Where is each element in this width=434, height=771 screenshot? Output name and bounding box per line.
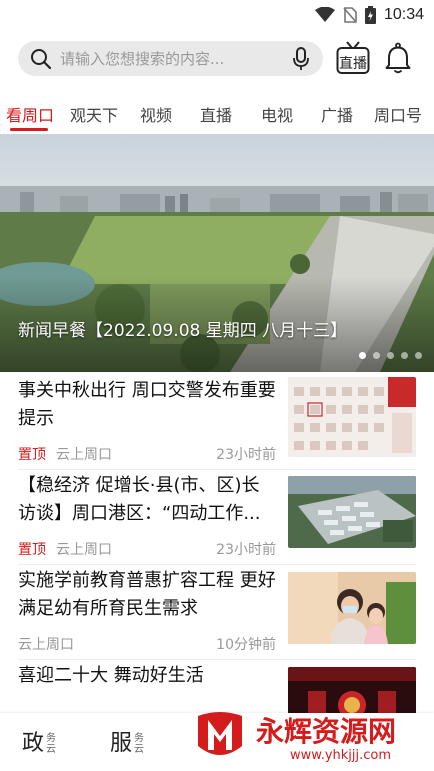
banner-caption: 新闻早餐【2022.09.08 星期四 八月十三】: [18, 321, 348, 341]
nav-sub-label: 务云: [46, 733, 57, 755]
tab-kan-zhoukou[interactable]: 看周口: [6, 102, 54, 126]
news-thumbnail: [288, 377, 416, 457]
nav-main-label: 服: [110, 731, 133, 756]
watermark-logo: [198, 712, 242, 755]
news-meta: 置顶 云上周口 23小时前: [18, 444, 276, 463]
live-tv-button[interactable]: 直播: [336, 40, 370, 76]
divider: [18, 564, 416, 565]
live-label: 直播: [339, 56, 367, 72]
news-item[interactable]: 实施学前教育普惠扩容工程 更好满足幼有所育民生需求 云上周口 10分钟前: [18, 567, 416, 653]
tab-guan-tianxia[interactable]: 观天下: [70, 102, 118, 126]
active-tab-indicator: [10, 128, 48, 131]
news-source: 云上周口: [18, 637, 74, 653]
news-title: 事关中秋出行 周口交警发布重要提示: [18, 380, 276, 429]
news-item[interactable]: 【稳经济 促增长·县(市、区)长访谈】周口港区：“四动工作... 置顶 云上周口 …: [18, 472, 416, 558]
wifi-icon: [314, 7, 335, 22]
news-time: 23小时前: [216, 542, 276, 558]
carousel-dot[interactable]: [401, 352, 408, 359]
divider: [18, 469, 416, 470]
news-source: 云上周口: [56, 447, 112, 463]
news-meta: 云上周口 10分钟前: [18, 634, 276, 653]
search-input[interactable]: 请输入您想搜索的内容...: [18, 41, 323, 76]
news-time: 10分钟前: [216, 637, 276, 653]
pinned-badge: 置顶: [18, 447, 46, 463]
watermark-url: www.yhkjjj.com: [290, 748, 392, 763]
news-title: 喜迎二十大 舞动好生活: [18, 665, 204, 686]
news-meta: 置顶 云上周口 23小时前: [18, 539, 276, 558]
no-sim-icon: [343, 7, 357, 23]
pinned-badge: 置顶: [18, 542, 46, 558]
microphone-icon[interactable]: [293, 47, 309, 71]
nav-sub-label: 务云: [134, 733, 145, 755]
tab-radio[interactable]: 广播: [321, 102, 353, 126]
tab-zhoukou-hao[interactable]: 周口号: [374, 102, 422, 126]
status-icons: 10:34: [314, 5, 424, 25]
status-bar: 10:34: [0, 0, 434, 30]
channel-tabs: 看周口 观天下 视频 直播 电视 广播 周口号: [0, 96, 434, 132]
search-placeholder: 请输入您想搜索的内容...: [60, 50, 225, 68]
carousel-dots: [359, 352, 422, 359]
divider: [18, 659, 416, 660]
tab-video[interactable]: 视频: [140, 102, 172, 126]
tab-tv[interactable]: 电视: [261, 102, 293, 126]
carousel-dot[interactable]: [415, 352, 422, 359]
status-time: 10:34: [383, 6, 424, 23]
nav-zhengwu-cloud[interactable]: 政 务云: [22, 725, 57, 757]
search-icon: [31, 48, 52, 69]
nav-main-label: 政: [22, 731, 45, 756]
bell-icon[interactable]: [385, 42, 411, 74]
news-title: 实施学前教育普惠扩容工程 更好满足幼有所育民生需求: [18, 570, 276, 619]
news-item[interactable]: 事关中秋出行 周口交警发布重要提示 置顶 云上周口 23小时前: [18, 377, 416, 463]
watermark: 永辉资源网 www.yhkjjj.com: [186, 700, 434, 771]
nav-fuwu-cloud[interactable]: 服 务云: [110, 725, 145, 757]
news-time: 23小时前: [216, 447, 276, 463]
tab-live[interactable]: 直播: [200, 102, 232, 126]
watermark-text: 永辉资源网: [256, 715, 397, 748]
carousel-dot[interactable]: [373, 352, 380, 359]
news-thumbnail: [288, 572, 416, 644]
news-source: 云上周口: [56, 542, 112, 558]
news-title: 【稳经济 促增长·县(市、区)长访谈】周口港区：“四动工作...: [18, 475, 261, 524]
banner-carousel[interactable]: 新闻早餐【2022.09.08 星期四 八月十三】: [0, 134, 434, 372]
carousel-dot[interactable]: [387, 352, 394, 359]
news-thumbnail: [288, 476, 416, 548]
battery-charging-icon: [364, 6, 376, 24]
carousel-dot[interactable]: [359, 352, 366, 359]
